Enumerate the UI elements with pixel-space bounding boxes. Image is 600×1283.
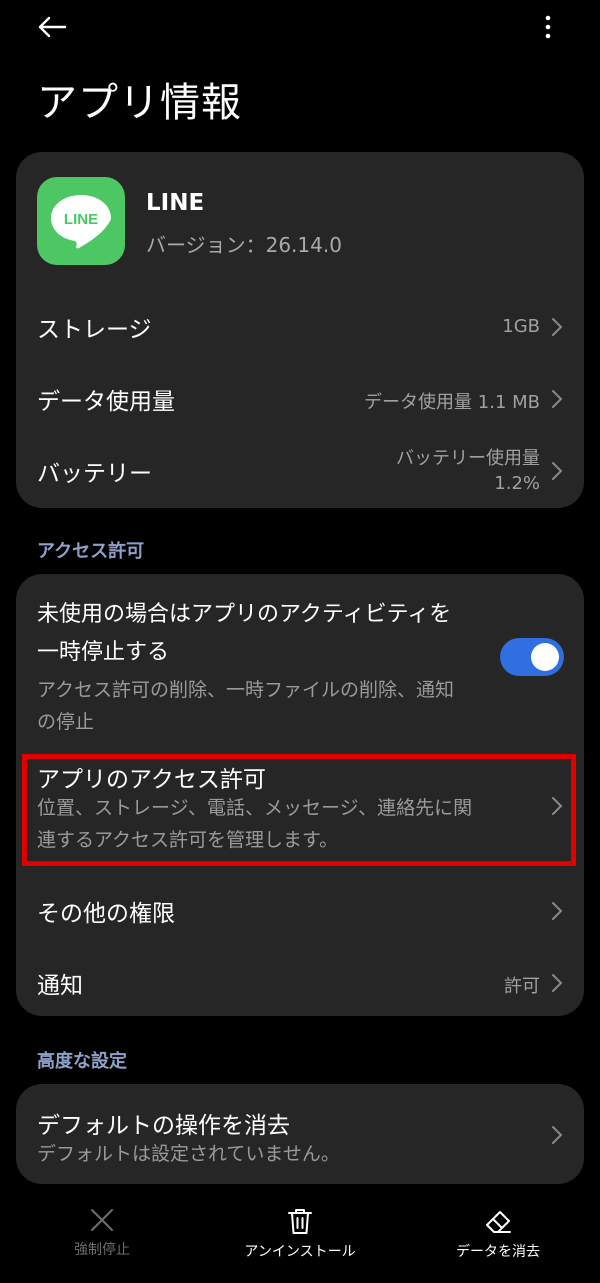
app-name: LINE: [146, 190, 205, 216]
advanced-card: デフォルトの操作を消去 デフォルトは設定されていません。: [16, 1084, 584, 1184]
data-usage-title: データ使用量: [37, 389, 175, 415]
chevron-right-icon: [552, 902, 563, 920]
pause-unused-row[interactable]: 未使用の場合はアプリのアクティビティを 一時停止する アクセス許可の削除、一時フ…: [16, 592, 584, 733]
close-icon: [91, 1209, 113, 1231]
svg-text:LINE: LINE: [64, 211, 98, 228]
clear-defaults-subtitle: デフォルトは設定されていません。: [37, 1143, 340, 1165]
clear-defaults-title: デフォルトの操作を消去: [37, 1113, 290, 1139]
battery-row[interactable]: バッテリー バッテリー使用量 1.2%: [16, 444, 584, 500]
pause-unused-subtitle: アクセス許可の削除、一時ファイルの削除、通知 の停止: [37, 674, 454, 738]
notifications-title: 通知: [37, 973, 83, 999]
force-stop-button[interactable]: 強制停止: [17, 1207, 187, 1259]
clear-data-label: データを消去: [456, 1244, 540, 1260]
eraser-icon: [486, 1211, 511, 1233]
data-usage-row[interactable]: データ使用量 データ使用量 1.1 MB: [16, 374, 584, 424]
battery-title: バッテリー: [37, 461, 152, 487]
notifications-row[interactable]: 通知 許可: [16, 958, 584, 1006]
uninstall-button[interactable]: アンインストール: [215, 1207, 385, 1261]
notifications-value: 許可: [504, 976, 540, 997]
bottom-action-bar: 強制停止 アンインストール データを消去: [0, 1195, 600, 1283]
pause-unused-title: 未使用の場合はアプリのアクティビティを 一時停止する: [37, 596, 451, 672]
battery-value-label: バッテリー使用量: [396, 448, 540, 469]
chevron-right-icon: [552, 318, 563, 336]
advanced-section-header: 高度な設定: [37, 1051, 127, 1072]
highlight-box: [22, 754, 576, 866]
pause-unused-subtitle-line1: アクセス許可の削除、一時ファイルの削除、通知: [37, 679, 455, 701]
app-version: バージョン：26.14.0: [146, 233, 342, 257]
other-permissions-row[interactable]: その他の権限: [16, 886, 584, 934]
toggle-knob: [531, 643, 559, 671]
chevron-right-icon: [552, 974, 563, 992]
access-section-header: アクセス許可: [37, 541, 145, 562]
back-button[interactable]: [30, 8, 74, 46]
chevron-right-icon: [552, 462, 563, 480]
chevron-right-icon: [552, 1126, 563, 1144]
pause-unused-subtitle-line2: の停止: [37, 711, 95, 733]
more-vert-icon: [545, 15, 551, 39]
force-stop-label: 強制停止: [74, 1242, 130, 1258]
line-app-icon: LINE: [37, 177, 125, 265]
storage-title: ストレージ: [37, 317, 152, 343]
top-app-bar: [0, 0, 600, 60]
data-usage-value: データ使用量 1.1 MB: [364, 392, 540, 413]
back-arrow-icon: [38, 16, 67, 38]
pause-unused-toggle[interactable]: [500, 638, 564, 676]
more-options-button[interactable]: [530, 8, 566, 46]
clear-defaults-row[interactable]: デフォルトの操作を消去 デフォルトは設定されていません。: [16, 1102, 584, 1172]
chevron-right-icon: [552, 390, 563, 408]
other-permissions-title: その他の権限: [37, 901, 175, 927]
battery-value: バッテリー使用量 1.2%: [396, 446, 540, 496]
pause-unused-title-line2: 一時停止する: [37, 640, 170, 665]
trash-icon: [288, 1209, 312, 1234]
app-info-card: LINE LINE バージョン：26.14.0 ストレージ 1GB データ使用量…: [16, 152, 584, 508]
page-title: アプリ情報: [37, 80, 242, 126]
pause-unused-title-line1: 未使用の場合はアプリのアクティビティを: [37, 602, 452, 627]
battery-value-percent: 1.2%: [494, 473, 540, 494]
storage-value: 1GB: [502, 316, 540, 337]
clear-data-button[interactable]: データを消去: [413, 1207, 583, 1261]
storage-row[interactable]: ストレージ 1GB: [16, 302, 584, 352]
uninstall-label: アンインストール: [244, 1244, 356, 1260]
